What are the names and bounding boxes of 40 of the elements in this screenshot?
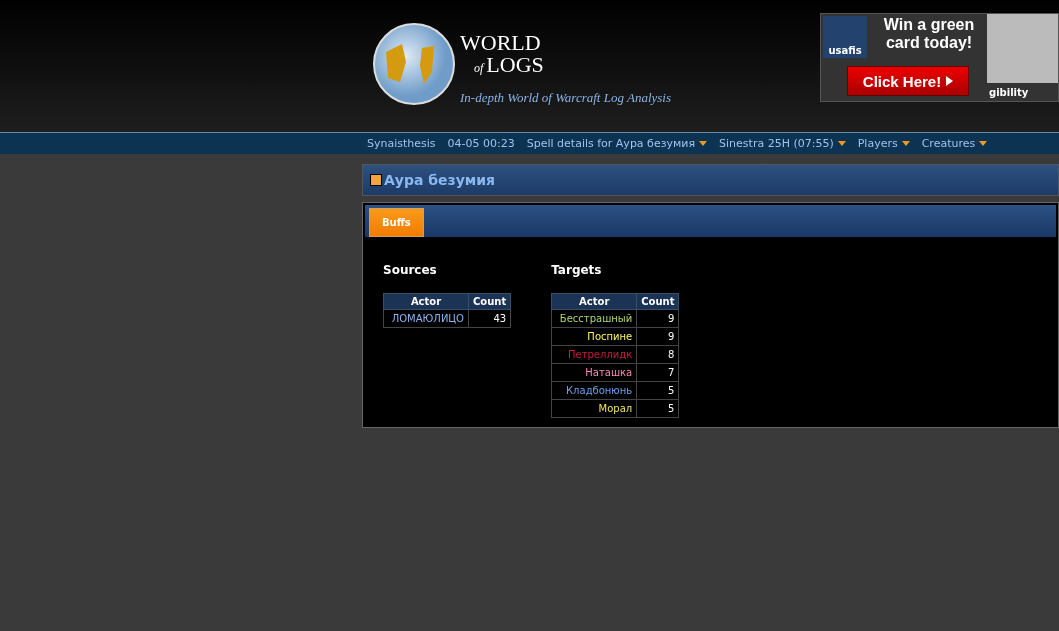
column-header: Count	[636, 293, 679, 310]
count-cell: 5	[636, 381, 679, 400]
logo-title: LOGS	[486, 54, 544, 76]
logo-title: WORLD	[460, 32, 542, 54]
actor-cell[interactable]: Петреллидк	[551, 345, 637, 364]
ad-brand: usafis	[823, 16, 867, 58]
actor-cell[interactable]: Морал	[551, 399, 637, 418]
nav-link[interactable]: 04-05 00:23	[447, 137, 515, 150]
square-icon	[370, 174, 382, 186]
globe-icon	[372, 22, 456, 106]
tagline: In-depth World of Warcraft Log Analysis	[460, 90, 672, 106]
count-cell: 8	[636, 345, 679, 364]
actor-cell[interactable]: ЛОМАЮЛИЦО	[383, 309, 469, 328]
ad-headline: Win a green card today!	[882, 16, 976, 54]
nav-link[interactable]: Sinestra 25H (07:55)	[719, 137, 846, 150]
count-cell: 43	[468, 309, 511, 328]
column-header: Actor	[551, 293, 637, 310]
column-header: Count	[468, 293, 511, 310]
actor-cell[interactable]: Бесстрашный	[551, 309, 637, 328]
nav-link[interactable]: Synaisthesis	[367, 137, 436, 150]
count-cell: 7	[636, 363, 679, 382]
advertisement-banner[interactable]: usafis Win a green card today! Click Here! gibility	[820, 13, 1059, 102]
section-title: Sources	[383, 263, 438, 277]
nav-link[interactable]: Players	[857, 137, 910, 150]
triangle-icon	[946, 76, 954, 86]
actor-cell[interactable]: Наташка	[551, 363, 637, 382]
column-header: Actor	[383, 293, 469, 310]
logo-title: of	[474, 62, 484, 74]
photo-placeholder	[987, 14, 1058, 83]
section-title: Targets	[551, 263, 603, 277]
actor-cell[interactable]: Поспине	[551, 327, 637, 346]
ad-caption: gibility	[988, 86, 1030, 98]
actor-cell[interactable]: Кладбонюнь	[551, 381, 637, 400]
page-title: Аура безумия	[384, 172, 496, 188]
count-cell: 9	[636, 309, 679, 328]
nav-link[interactable]: Spell details for Аура безумия	[526, 137, 708, 150]
count-cell: 9	[636, 327, 679, 346]
count-cell: 5	[636, 399, 679, 418]
nav-link[interactable]: Creatures	[921, 137, 988, 150]
ad-button[interactable]: Click Here!	[847, 66, 969, 96]
